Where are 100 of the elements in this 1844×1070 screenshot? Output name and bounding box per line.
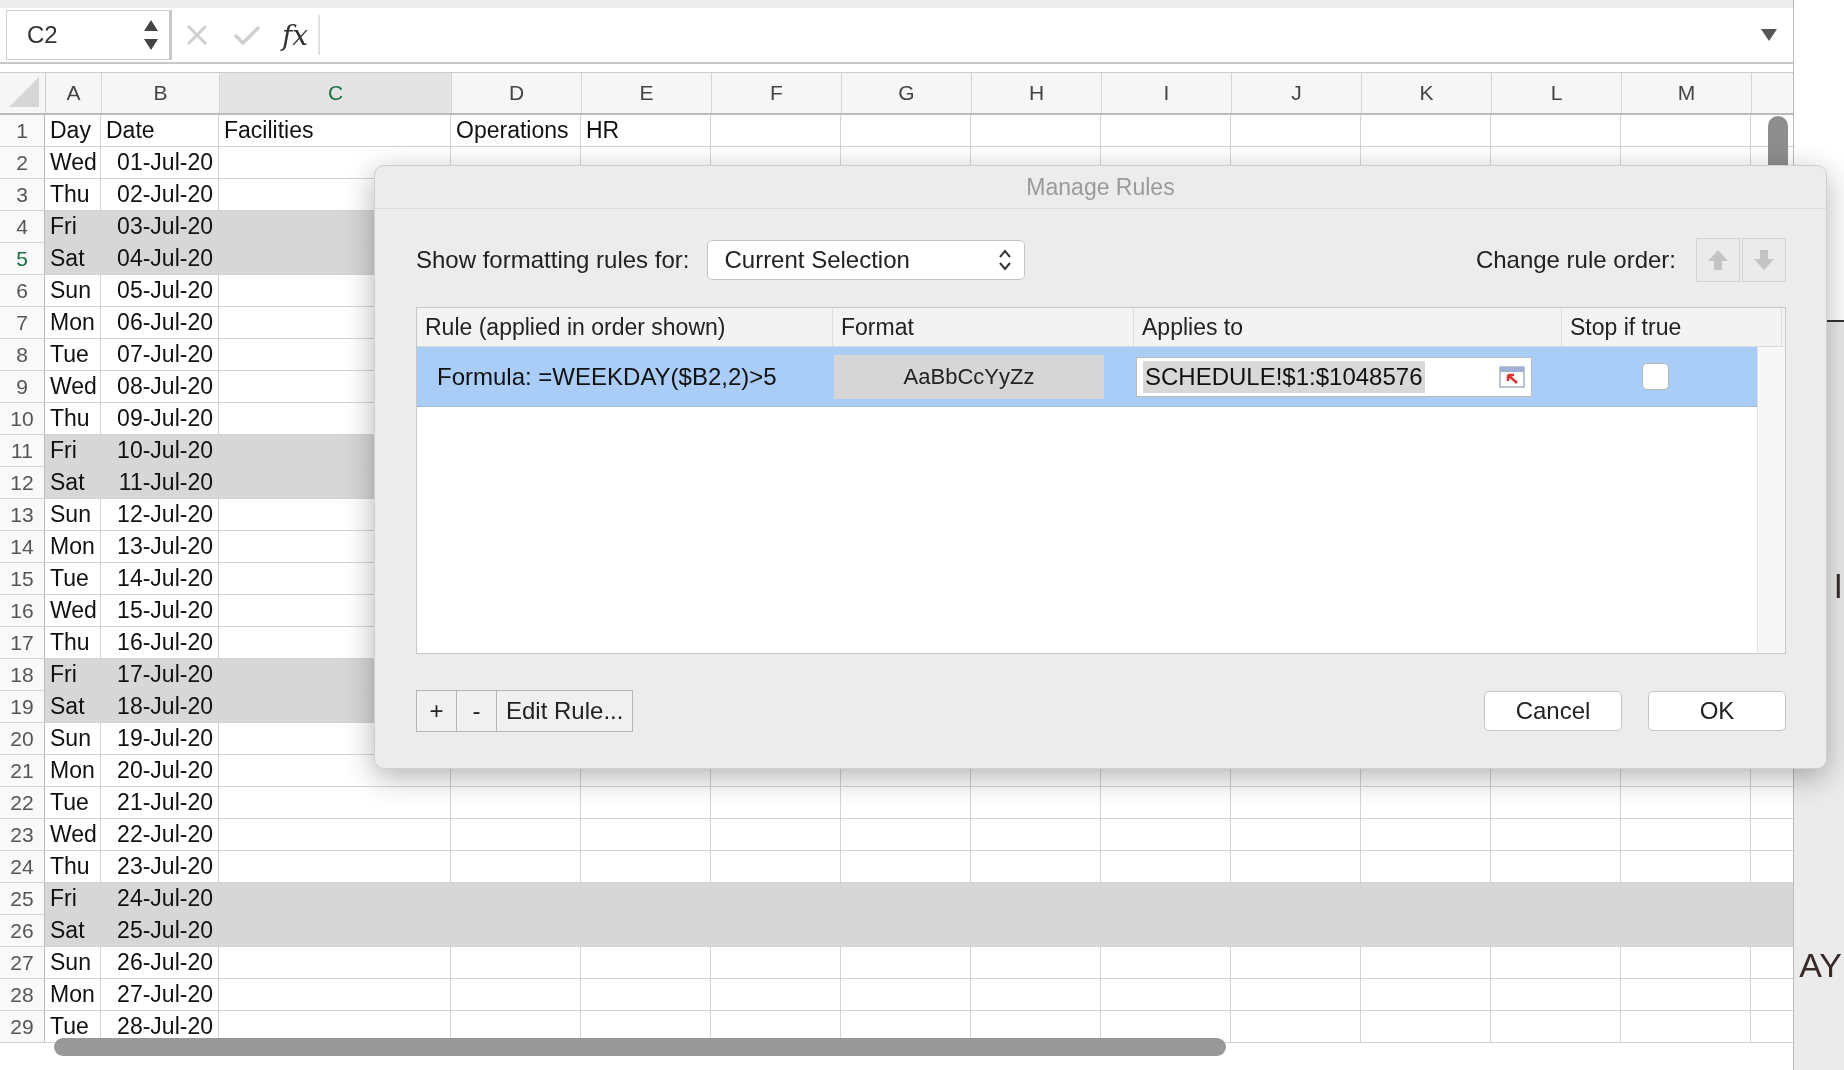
table-cell: 22-Jul-20 <box>117 821 213 848</box>
table-cell: Wed <box>50 821 97 848</box>
table-cell: 05-Jul-20 <box>117 277 213 304</box>
column-header[interactable]: I <box>1102 73 1232 113</box>
row-header[interactable]: 22 <box>0 787 45 818</box>
column-header[interactable]: D <box>452 73 582 113</box>
row-header[interactable]: 21 <box>0 755 45 786</box>
table-cell: 14-Jul-20 <box>117 565 213 592</box>
scrollbar-thumb[interactable] <box>54 1038 1226 1056</box>
table-cell: 19-Jul-20 <box>117 725 213 752</box>
row-header[interactable]: 13 <box>0 499 45 530</box>
row-header[interactable]: 18 <box>0 659 45 690</box>
column-header[interactable]: G <box>842 73 972 113</box>
column-header: Applies to <box>1134 308 1562 346</box>
select-all-icon[interactable] <box>9 77 39 107</box>
table-cell: 04-Jul-20 <box>117 245 213 272</box>
edit-rule-button[interactable]: Edit Rule... <box>497 691 633 731</box>
remove-rule-button[interactable]: - <box>457 691 497 731</box>
dialog-title: Manage Rules <box>375 166 1826 209</box>
table-cell: Thu <box>50 405 90 432</box>
row-header[interactable]: 9 <box>0 371 45 402</box>
rule-row[interactable]: Formula: =WEEKDAY($B2,2)>5 AaBbCcYyZz SCHEDULE!$1:$1048576 <box>417 347 1757 407</box>
column-header[interactable]: K <box>1362 73 1492 113</box>
column-header[interactable]: M <box>1622 73 1752 113</box>
row-header[interactable]: 2 <box>0 147 45 178</box>
table-cell: Wed <box>50 597 97 624</box>
row-header[interactable]: 29 <box>0 1011 45 1042</box>
caret-icon[interactable] <box>1761 29 1777 41</box>
table-cell: Sat <box>50 469 85 496</box>
table-cell: Mon <box>50 981 95 1008</box>
table-cell: Fri <box>50 885 77 912</box>
table-cell: Fri <box>50 437 77 464</box>
column-header: Rule (applied in order shown) <box>417 308 833 346</box>
column-header[interactable]: L <box>1492 73 1622 113</box>
column-header[interactable]: H <box>972 73 1102 113</box>
chevron-icon <box>998 248 1013 272</box>
background-text: AY <box>1799 946 1842 985</box>
table-cell: 16-Jul-20 <box>117 629 213 656</box>
cancel-button[interactable]: Cancel <box>1484 691 1622 731</box>
table-cell: 17-Jul-20 <box>117 661 213 688</box>
row-header[interactable]: 19 <box>0 691 45 722</box>
row-header[interactable]: 1 <box>0 115 45 146</box>
row-header[interactable]: 5 <box>0 243 45 274</box>
up-arrow-icon <box>1706 248 1730 272</box>
row-header[interactable]: 12 <box>0 467 45 498</box>
close-icon[interactable] <box>185 23 209 47</box>
table-cell: 07-Jul-20 <box>117 341 213 368</box>
filter-select[interactable]: Current Selection <box>707 240 1026 280</box>
table-cell: Facilities <box>224 117 314 144</box>
table-cell: 27-Jul-20 <box>117 981 213 1008</box>
applies-to-field[interactable]: SCHEDULE!$1:$1048576 <box>1136 356 1532 397</box>
table-cell: Operations <box>456 117 569 144</box>
row-header[interactable]: 24 <box>0 851 45 882</box>
row-header[interactable]: 16 <box>0 595 45 626</box>
row-header[interactable]: 26 <box>0 915 45 946</box>
table-cell: 12-Jul-20 <box>117 501 213 528</box>
name-box[interactable]: C2 <box>6 10 172 60</box>
column-header[interactable]: J <box>1232 73 1362 113</box>
row-header[interactable]: 15 <box>0 563 45 594</box>
down-arrow-icon <box>1752 248 1776 272</box>
stepper-icon <box>143 18 159 52</box>
row-header[interactable]: 6 <box>0 275 45 306</box>
ok-button[interactable]: OK <box>1648 691 1786 731</box>
table-cell: 01-Jul-20 <box>117 149 213 176</box>
row-header[interactable]: 25 <box>0 883 45 914</box>
row-header[interactable]: 20 <box>0 723 45 754</box>
table-cell: Sun <box>50 501 91 528</box>
table-cell: Day <box>50 117 91 144</box>
table-cell: Tue <box>50 1013 89 1040</box>
table-cell: 28-Jul-20 <box>117 1013 213 1040</box>
column-header[interactable]: F <box>712 73 842 113</box>
table-cell: Thu <box>50 853 90 880</box>
table-cell: Tue <box>50 341 89 368</box>
column-header[interactable]: A <box>46 73 102 113</box>
table-cell: 20-Jul-20 <box>117 757 213 784</box>
row-header[interactable]: 27 <box>0 947 45 978</box>
table-cell: Tue <box>50 789 89 816</box>
table-cell: Tue <box>50 565 89 592</box>
column-header[interactable]: C <box>220 73 452 113</box>
row-header[interactable]: 10 <box>0 403 45 434</box>
row-header[interactable]: 28 <box>0 979 45 1010</box>
column-header[interactable]: E <box>582 73 712 113</box>
function-button[interactable]: fx <box>282 18 309 52</box>
table-cell: Fri <box>50 213 77 240</box>
row-header[interactable]: 3 <box>0 179 45 210</box>
table-cell: 10-Jul-20 <box>117 437 213 464</box>
table-cell: Fri <box>50 661 77 688</box>
row-header[interactable]: 8 <box>0 339 45 370</box>
row-header[interactable]: 4 <box>0 211 45 242</box>
add-rule-button[interactable]: + <box>417 691 457 731</box>
column-header: Stop if true <box>1562 308 1782 346</box>
row-header[interactable]: 14 <box>0 531 45 562</box>
check-icon[interactable] <box>233 24 261 46</box>
stop-if-true-checkbox[interactable] <box>1642 363 1669 390</box>
row-header[interactable]: 11 <box>0 435 45 466</box>
row-header[interactable]: 7 <box>0 307 45 338</box>
range-picker-icon[interactable] <box>1499 365 1525 388</box>
row-header[interactable]: 23 <box>0 819 45 850</box>
table-cell: 06-Jul-20 <box>117 309 213 336</box>
row-header[interactable]: 17 <box>0 627 45 658</box>
